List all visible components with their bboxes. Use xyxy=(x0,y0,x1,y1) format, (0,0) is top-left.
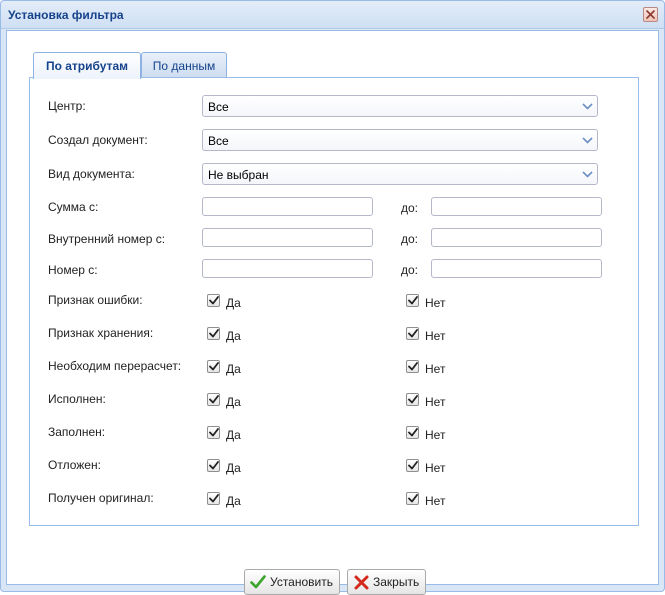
center-label: Центр: xyxy=(48,99,86,113)
close-button[interactable]: Закрыть xyxy=(347,569,427,595)
combo-value: Все xyxy=(208,134,229,148)
internal-number-from-label: Внутренний номер с: xyxy=(48,232,166,246)
flag-yes-label: Да xyxy=(226,428,241,442)
apply-button[interactable]: Установить xyxy=(244,569,340,595)
flag-label: Признак хранения: xyxy=(48,326,154,340)
created-by-label: Создал документ: xyxy=(48,133,148,147)
center-combo[interactable]: Все xyxy=(202,95,598,117)
flag-yes-checkbox[interactable] xyxy=(207,459,220,472)
flag-label: Отложен: xyxy=(48,458,101,472)
flag-no-checkbox[interactable] xyxy=(406,360,419,373)
flag-yes-checkbox[interactable] xyxy=(207,393,220,406)
flag-yes-checkbox[interactable] xyxy=(207,327,220,340)
close-icon xyxy=(646,10,655,19)
doc-type-combo[interactable]: Не выбран xyxy=(202,163,598,185)
tab-by-attributes[interactable]: По атрибутам xyxy=(33,52,141,79)
chevron-down-icon xyxy=(581,170,593,178)
flag-no-label: Нет xyxy=(425,362,446,376)
number-to-label: до: xyxy=(401,263,419,277)
checkmark-icon xyxy=(249,573,267,591)
flag-no-checkbox[interactable] xyxy=(406,492,419,505)
flag-label: Заполнен: xyxy=(48,425,106,439)
sum-to-input[interactable] xyxy=(431,197,602,216)
flag-label: Исполнен: xyxy=(48,392,106,406)
flag-no-label: Нет xyxy=(425,428,446,442)
window-title: Установка фильтра xyxy=(8,8,124,22)
internal-number-from-input[interactable] xyxy=(202,228,373,247)
combo-trigger[interactable] xyxy=(577,96,597,116)
window-close-button[interactable] xyxy=(643,7,658,22)
apply-button-label: Установить xyxy=(270,575,333,589)
flag-no-label: Нет xyxy=(425,461,446,475)
flag-label: Получен оригинал: xyxy=(48,491,154,505)
flag-yes-label: Да xyxy=(226,296,241,310)
combo-value: Все xyxy=(208,100,229,114)
flag-label: Необходим перерасчет: xyxy=(48,359,182,373)
attributes-panel: Центр: Все Создал документ: Все Вид доку… xyxy=(29,77,639,526)
filter-dialog: Установка фильтра По атрибутам По данным… xyxy=(0,0,665,595)
dialog-body: По атрибутам По данным Центр: Все Создал… xyxy=(6,30,659,595)
chevron-down-icon xyxy=(581,102,593,110)
flag-yes-checkbox[interactable] xyxy=(207,294,220,307)
red-x-icon xyxy=(352,573,370,591)
tab-by-data[interactable]: По данным xyxy=(141,52,227,78)
close-button-label: Закрыть xyxy=(373,575,420,589)
sum-from-input[interactable] xyxy=(202,197,373,216)
internal-number-to-label: до: xyxy=(401,232,419,246)
flag-yes-label: Да xyxy=(226,395,241,409)
flag-no-label: Нет xyxy=(425,329,446,343)
created-by-combo[interactable]: Все xyxy=(202,129,598,151)
internal-number-to-input[interactable] xyxy=(431,228,602,247)
sum-from-label: Сумма с: xyxy=(48,200,99,214)
flag-no-checkbox[interactable] xyxy=(406,327,419,340)
flag-yes-checkbox[interactable] xyxy=(207,492,220,505)
combo-trigger[interactable] xyxy=(577,164,597,184)
number-to-input[interactable] xyxy=(431,259,602,278)
flag-no-checkbox[interactable] xyxy=(406,426,419,439)
flag-no-checkbox[interactable] xyxy=(406,393,419,406)
flag-label: Признак ошибки: xyxy=(48,293,143,307)
flag-yes-label: Да xyxy=(226,461,241,475)
flag-no-label: Нет xyxy=(425,395,446,409)
flag-no-checkbox[interactable] xyxy=(406,459,419,472)
number-from-input[interactable] xyxy=(202,259,373,278)
sum-to-label: до: xyxy=(401,201,419,215)
doc-type-label: Вид документа: xyxy=(48,167,135,181)
title-bar[interactable]: Установка фильтра xyxy=(1,1,664,29)
flag-yes-label: Да xyxy=(226,362,241,376)
tab-label: По атрибутам xyxy=(45,59,129,73)
combo-value: Не выбран xyxy=(208,168,269,182)
flag-yes-label: Да xyxy=(226,329,241,343)
flag-no-label: Нет xyxy=(425,296,446,310)
flag-yes-checkbox[interactable] xyxy=(207,426,220,439)
tab-label: По данным xyxy=(152,58,216,73)
chevron-down-icon xyxy=(581,136,593,144)
flag-yes-checkbox[interactable] xyxy=(207,360,220,373)
flag-no-label: Нет xyxy=(425,494,446,508)
flag-yes-label: Да xyxy=(226,494,241,508)
combo-trigger[interactable] xyxy=(577,130,597,150)
flag-no-checkbox[interactable] xyxy=(406,294,419,307)
number-from-label: Номер с: xyxy=(48,263,98,277)
